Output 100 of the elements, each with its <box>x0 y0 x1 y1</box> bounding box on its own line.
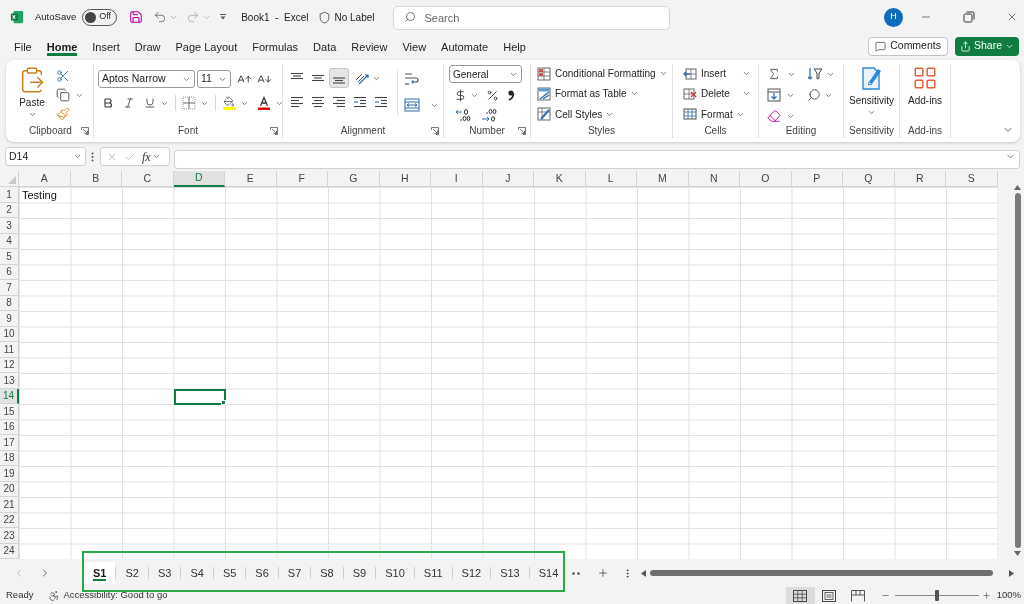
dialog-launcher-button[interactable] <box>431 126 439 135</box>
sheet-tab[interactable]: S10 <box>376 562 414 584</box>
group-label: Clipboard <box>28 124 73 137</box>
group-label: Add-ins <box>908 124 942 137</box>
conditional-formatting-button[interactable]: Conditional Formatting <box>537 65 668 83</box>
menu-tab[interactable]: Draw <box>134 36 161 56</box>
menu-tab[interactable]: Help <box>503 36 526 56</box>
caret-icon <box>867 108 876 117</box>
delete-cells-button[interactable]: Delete <box>683 85 751 103</box>
sensitivity-button[interactable]: Sensitivity <box>844 64 899 123</box>
group-label: Styles <box>587 124 616 137</box>
menu-tab[interactable]: Data <box>313 36 337 56</box>
sheet-tab[interactable]: S8 <box>311 562 343 584</box>
account-avatar: H <box>884 7 903 27</box>
menu-tab[interactable]: Home <box>46 36 78 56</box>
paste-button[interactable]: Paste <box>16 66 48 123</box>
format-as-table-button[interactable]: Format as Table <box>537 85 668 103</box>
sheet-tab[interactable]: S11 <box>414 562 452 584</box>
active-cell[interactable] <box>173 388 226 405</box>
font-color-button[interactable] <box>257 96 284 110</box>
customize-button[interactable] <box>219 13 228 21</box>
scroll-down-button[interactable] <box>1014 551 1021 556</box>
increase-indent-icon <box>374 96 388 108</box>
vertical-scroll-thumb[interactable] <box>1014 193 1021 548</box>
slider-thumb[interactable] <box>934 590 939 601</box>
sheet-tab[interactable]: S4 <box>181 562 213 584</box>
format-cells-button[interactable]: Format <box>683 105 751 123</box>
grid-view-icon <box>793 589 808 602</box>
menu-tab[interactable]: File <box>14 36 32 56</box>
font-name-field[interactable]: Aptos Narrow <box>98 70 195 88</box>
cell-styles-button[interactable]: Cell Styles <box>537 105 668 123</box>
menu-tab[interactable]: Review <box>351 36 388 56</box>
insert-function-button[interactable]: fx <box>142 147 161 166</box>
font-size-field[interactable]: 11 <box>197 70 231 88</box>
caret-icon <box>151 152 161 161</box>
sheet-tab[interactable]: S9 <box>343 562 376 584</box>
name-box[interactable]: D14 <box>5 147 86 166</box>
dialog-launcher-button[interactable] <box>518 126 526 135</box>
comma-style-button[interactable] <box>507 89 515 101</box>
zoom-in-button[interactable] <box>981 591 991 600</box>
menu-tab[interactable]: Formulas <box>252 36 299 56</box>
fill-handle[interactable] <box>221 400 226 405</box>
percent-button[interactable] <box>486 88 499 102</box>
scroll-up-button[interactable] <box>1014 185 1021 190</box>
comments-button[interactable]: Comments <box>868 36 948 56</box>
normal-view-button[interactable] <box>785 587 815 604</box>
sheet-tab[interactable]: S2 <box>116 562 148 584</box>
sheet-tab[interactable]: S14 <box>529 562 568 584</box>
menu-tab[interactable]: View <box>402 36 427 56</box>
formula-field[interactable] <box>174 149 1020 169</box>
search-field[interactable]: Search <box>392 6 670 30</box>
close-icon <box>1006 11 1018 23</box>
horizontal-scroll-thumb[interactable] <box>650 570 993 576</box>
sheet-tab[interactable]: S1 <box>84 562 116 584</box>
dialog-launcher-button[interactable] <box>81 126 89 135</box>
menu-tab[interactable]: Insert <box>92 36 120 56</box>
sheet-tab[interactable]: S12 <box>452 562 491 584</box>
column-header[interactable]: D <box>173 171 225 187</box>
comment-icon <box>875 40 887 52</box>
sheet-tab[interactable]: S7 <box>278 562 311 584</box>
menu-tab[interactable]: Page Layout <box>175 36 238 56</box>
page-break-icon <box>851 589 866 602</box>
format-cells-icon <box>683 107 697 122</box>
insert-cells-icon <box>683 66 697 81</box>
dollar-icon <box>454 88 467 102</box>
autosave-label: AutoSave <box>35 9 77 24</box>
font-color-icon <box>257 96 271 110</box>
more-sheets-button[interactable] <box>572 571 581 575</box>
restore-button[interactable] <box>963 11 975 23</box>
number-format-field[interactable]: General <box>449 65 522 83</box>
bold-button[interactable] <box>102 97 114 109</box>
undo-icon <box>153 10 168 24</box>
dialog-launcher-button[interactable] <box>270 126 278 135</box>
sheet-tab[interactable]: S5 <box>213 562 246 584</box>
merge-center-button[interactable] <box>404 96 439 114</box>
sheet-tab[interactable]: S3 <box>148 562 181 584</box>
sheet-tab[interactable]: S6 <box>246 562 278 584</box>
table-cell-text: Testing <box>21 188 58 203</box>
add-ins-button[interactable]: Add-ins <box>900 64 950 123</box>
orientation-button[interactable] <box>355 71 381 85</box>
currency-button[interactable] <box>454 88 479 102</box>
copy-button[interactable] <box>56 87 84 103</box>
borders-button[interactable] <box>182 96 209 110</box>
scissors-icon <box>56 69 70 83</box>
sheet-tab[interactable]: S13 <box>491 562 529 584</box>
share-button[interactable]: Share <box>954 36 1019 56</box>
italic-button[interactable] <box>123 97 135 109</box>
sensitivity-label-button[interactable]: No Label <box>318 9 375 25</box>
increase-decimal-button[interactable] <box>455 108 471 122</box>
scroll-left-button[interactable] <box>641 569 647 577</box>
new-sheet-button[interactable] <box>597 567 610 579</box>
close-button[interactable] <box>1006 11 1018 23</box>
underline-button[interactable] <box>144 97 169 109</box>
menu-tab[interactable]: Automate <box>441 36 489 56</box>
scroll-right-button[interactable] <box>1009 569 1014 577</box>
insert-cells-button[interactable]: Insert <box>683 65 751 83</box>
undo-button[interactable] <box>153 10 179 24</box>
decrease-decimal-button[interactable] <box>481 108 497 122</box>
fill-color-button[interactable] <box>222 96 249 110</box>
save-button[interactable] <box>129 10 144 24</box>
